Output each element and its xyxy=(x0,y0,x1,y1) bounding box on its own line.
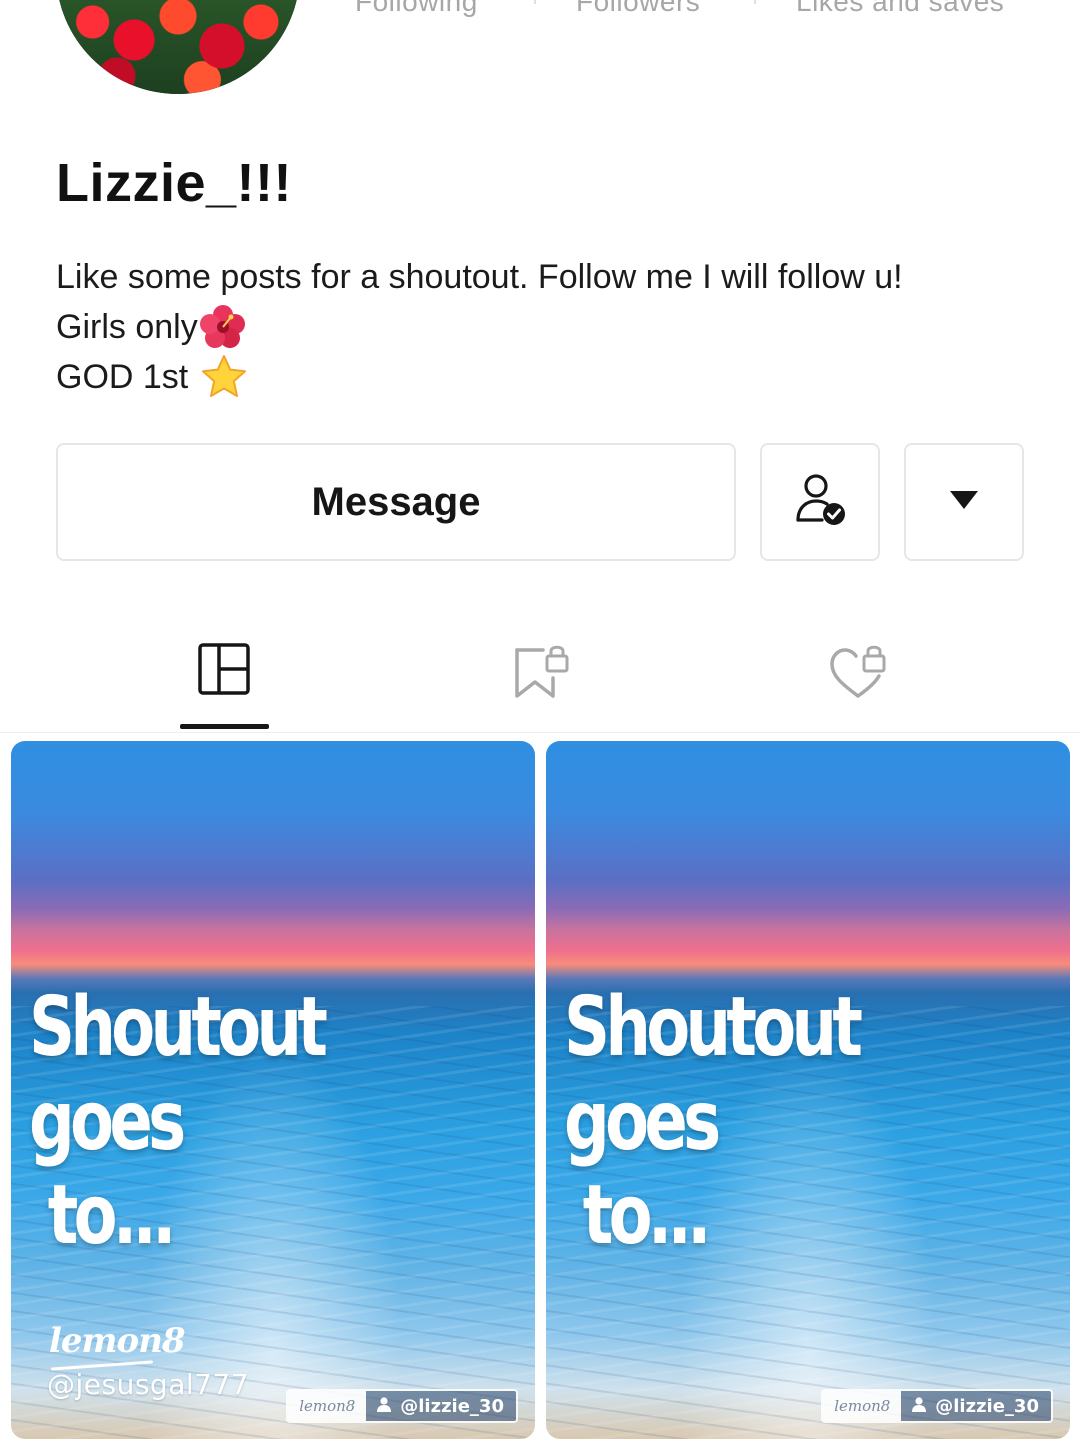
bio-line: Like some posts for a shoutout. Follow m… xyxy=(56,252,1036,302)
post-title-line-2: to... xyxy=(582,1168,712,1263)
bio-line: Girls only xyxy=(56,302,1036,352)
post-card[interactable]: Shoutout goes to... lemon8 @jesusgal777 … xyxy=(11,741,535,1439)
bio-line-3: GOD 1st xyxy=(56,358,189,396)
post-watermark: lemon8 @lizzie_30 xyxy=(286,1389,518,1423)
user-check-icon xyxy=(790,470,850,535)
tab-liked-locked[interactable] xyxy=(793,620,923,732)
message-button-label: Message xyxy=(311,479,481,524)
watermark-logo: lemon8 xyxy=(288,1391,367,1421)
person-icon xyxy=(911,1396,927,1417)
stat-divider xyxy=(534,0,536,4)
post-watermark: lemon8 @lizzie_30 xyxy=(821,1389,1053,1423)
bio-line-2: Girls only xyxy=(56,308,198,346)
post-author-handle: @jesusgal777 xyxy=(47,1368,250,1401)
watermark-username: @lizzie_30 xyxy=(400,1395,504,1417)
grid-layout-icon xyxy=(197,642,251,701)
post-title-line-1: Shoutout goes xyxy=(564,980,863,1169)
watermark-username: @lizzie_30 xyxy=(935,1395,1039,1417)
profile-tabs xyxy=(0,620,1080,733)
watermark-user: @lizzie_30 xyxy=(366,1391,516,1421)
bio-line: GOD 1st xyxy=(56,352,1036,402)
tab-posts[interactable] xyxy=(159,620,289,732)
heart-lock-icon xyxy=(828,642,888,707)
more-options-button[interactable] xyxy=(904,443,1024,561)
lemon8-logo: lemon8 xyxy=(49,1321,186,1361)
tab-saved-locked[interactable] xyxy=(476,620,606,732)
post-title: Shoutout goes to... xyxy=(564,981,954,1263)
post-title-line-1: Shoutout goes xyxy=(29,980,328,1169)
post-title: Shoutout goes to... xyxy=(29,981,419,1263)
profile-stats: Following Followers Likes and saves xyxy=(0,0,1080,26)
person-icon xyxy=(376,1396,392,1417)
hibiscus-emoji-icon xyxy=(199,304,246,350)
followers-label[interactable]: Followers xyxy=(576,0,700,18)
stat-divider xyxy=(754,0,756,4)
post-title-line-2: to... xyxy=(47,1168,177,1263)
active-tab-indicator xyxy=(180,724,269,729)
following-label[interactable]: Following xyxy=(355,0,478,18)
following-status-button[interactable] xyxy=(760,443,880,561)
profile-username: Lizzie_!!! xyxy=(56,153,293,213)
likes-and-saves-label[interactable]: Likes and saves xyxy=(796,0,1004,18)
post-card[interactable]: Shoutout goes to... lemon8 @lizzie_30 xyxy=(546,741,1070,1439)
caret-down-icon xyxy=(949,490,979,515)
profile-bio: Like some posts for a shoutout. Follow m… xyxy=(56,252,1036,402)
star-emoji-icon xyxy=(200,353,248,401)
watermark-logo: lemon8 xyxy=(823,1391,902,1421)
bookmark-lock-icon xyxy=(511,642,571,707)
bio-line-1: Like some posts for a shoutout. Follow m… xyxy=(56,258,903,296)
watermark-user: @lizzie_30 xyxy=(901,1391,1051,1421)
message-button[interactable]: Message xyxy=(56,443,736,561)
